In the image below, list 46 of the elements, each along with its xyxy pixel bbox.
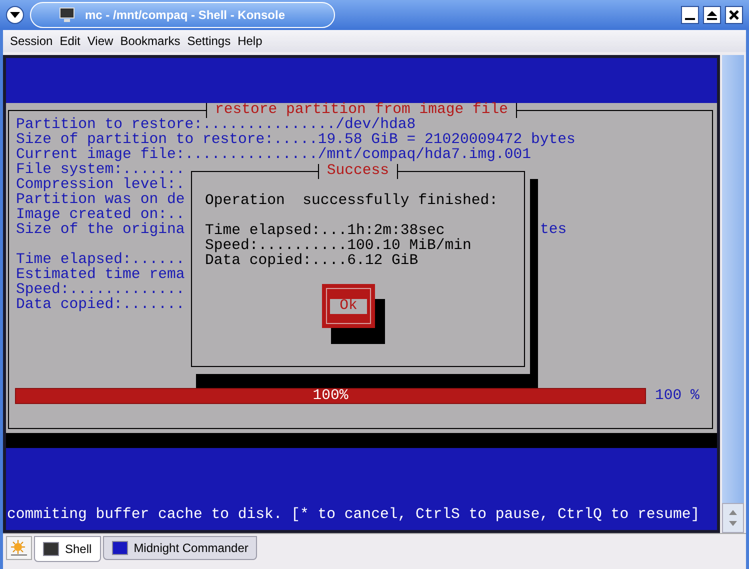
minimize-button[interactable] (681, 6, 699, 24)
info-line: tes (540, 223, 567, 238)
info-line: Time elapsed:...... (16, 253, 185, 268)
session-tab[interactable]: Shell (34, 536, 101, 562)
menu-item[interactable]: View (87, 32, 114, 50)
terminal-icon (43, 542, 59, 556)
info-line: Partition to restore:.............../dev/hda8 (16, 118, 416, 133)
info-line: Partition was on de (16, 193, 185, 208)
terminal-icon (112, 541, 128, 555)
menu-item[interactable]: Session (10, 32, 53, 50)
dialog-message: Operation successfully finished: (205, 194, 498, 209)
caret-icon (10, 12, 20, 18)
info-line: Speed:............. (16, 283, 185, 298)
panel-title: restore partition from image file (206, 103, 518, 118)
info-line: Estimated time rema (16, 268, 185, 283)
monitor-icon (59, 7, 75, 23)
maximize-button[interactable] (703, 6, 721, 24)
menu-item[interactable]: Settings (187, 32, 231, 50)
info-line: Compression level:. (16, 178, 185, 193)
menu-item[interactable]: Bookmarks (120, 32, 180, 50)
dialog-title: Success (318, 164, 398, 179)
minimize-icon (685, 18, 695, 20)
info-line: Size of the origina (16, 223, 185, 238)
info-line: Data copied:....... (16, 298, 185, 313)
session-tab[interactable]: Midnight Commander (102, 536, 258, 560)
window-title: mc - /mnt/compaq - Shell - Konsole (85, 7, 286, 24)
sun-icon (10, 539, 28, 557)
info-line: File system:....... (16, 163, 185, 178)
scrollbar[interactable] (722, 55, 744, 533)
menu-item[interactable]: Help (238, 32, 262, 50)
new-session-button[interactable] (6, 536, 32, 560)
info-line: Size of partition to restore:.....19.58 GiB = 21020009472 bytes (16, 133, 576, 148)
menu-item[interactable]: Edit (60, 32, 80, 50)
info-line: Image created on:.. (16, 208, 185, 223)
window-menu-button[interactable] (6, 6, 24, 24)
result-line: Data copied:....6.12 GiB (205, 254, 418, 269)
result-line: Speed:..........100.10 MiB/min (205, 239, 472, 254)
maximize-icon (707, 10, 717, 20)
result-line: Time elapsed:...1h:2m:38sec (205, 224, 445, 239)
scroll-arrows-icon[interactable] (722, 503, 744, 533)
status-line: commiting buffer cache to disk. [* to cancel, CtrlS to pause, CtrlQ to resume] (7, 508, 700, 523)
progress-reading: 100 % (655, 389, 700, 404)
close-button[interactable] (725, 6, 743, 24)
progress-label: 100% (312, 389, 348, 403)
info-line: Current image file:.............../mnt/compaq/hda7.img.001 (16, 148, 532, 163)
close-icon (729, 10, 739, 20)
